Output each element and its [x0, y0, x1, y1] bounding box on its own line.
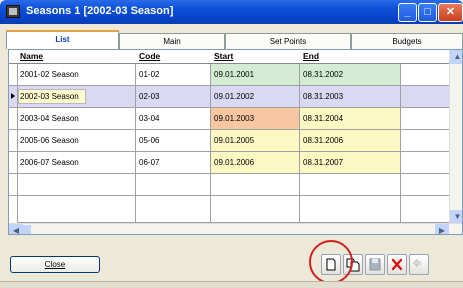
scroll-down-icon[interactable]: ▼	[450, 210, 462, 224]
scroll-right-icon[interactable]: ▶	[435, 224, 449, 234]
delete-x-icon	[391, 258, 403, 271]
tab-main[interactable]: Main	[119, 33, 225, 49]
current-row-arrow-icon	[11, 93, 15, 99]
cell-start[interactable]: 09.01.2005	[211, 130, 300, 151]
maximize-button[interactable]: □	[418, 3, 437, 22]
empty-row	[9, 174, 462, 196]
scroll-up-icon[interactable]: ▲	[450, 50, 462, 64]
undo-button[interactable]	[409, 254, 429, 275]
empty-cell	[136, 174, 211, 195]
cell-code[interactable]: 02-03	[136, 86, 211, 107]
column-header-name[interactable]: Name	[17, 50, 136, 63]
empty-cell	[300, 174, 401, 195]
cell-end[interactable]: 08.31.2002	[300, 64, 401, 85]
cell-start[interactable]: 09.01.2003	[211, 108, 300, 129]
grid-header: Name Code Start End	[9, 50, 462, 64]
cell-name-editor[interactable]: 2002-03 Season	[18, 89, 86, 104]
seasons-grid[interactable]: Name Code Start End 2001-02 Season 01-02…	[8, 49, 463, 235]
table-row[interactable]: 2006-07 Season 06-07 09.01.2006 08.31.20…	[9, 152, 462, 174]
close-button-label: Close	[44, 260, 66, 269]
cell-name[interactable]: 2003-04 Season	[17, 108, 136, 129]
cell-start[interactable]: 09.01.2002	[211, 86, 300, 107]
tab-strip: List Main Set Points Budgets	[6, 30, 463, 49]
empty-cell	[211, 174, 300, 195]
table-row[interactable]: 2001-02 Season 01-02 09.01.2001 08.31.20…	[9, 64, 462, 86]
empty-cell	[17, 174, 136, 195]
table-row[interactable]: 2005-06 Season 05-06 09.01.2005 08.31.20…	[9, 130, 462, 152]
empty-cell	[136, 196, 211, 223]
table-row[interactable]: 2003-04 Season 03-04 09.01.2003 08.31.20…	[9, 108, 462, 130]
tab-budgets[interactable]: Budgets	[351, 33, 463, 49]
empty-cell	[300, 196, 401, 223]
minimize-button[interactable]: _	[398, 3, 417, 22]
cell-end[interactable]: 08.31.2007	[300, 152, 401, 173]
window-title: Seasons 1 [2002-03 Season]	[26, 5, 174, 17]
horizontal-scrollbar[interactable]: ◀ ▶	[9, 223, 462, 234]
app-icon	[6, 5, 20, 18]
cell-name[interactable]: 2002-03 Season	[17, 86, 136, 107]
empty-row	[9, 196, 462, 223]
vertical-scrollbar[interactable]: ▲ ▼	[449, 50, 462, 224]
save-button[interactable]	[365, 254, 385, 275]
cell-end[interactable]: 08.31.2003	[300, 86, 401, 107]
cell-code[interactable]: 03-04	[136, 108, 211, 129]
column-header-code[interactable]: Code	[136, 50, 211, 63]
tab-set-points[interactable]: Set Points	[225, 33, 351, 49]
column-header-end[interactable]: End	[300, 50, 401, 63]
save-disk-icon	[369, 258, 381, 271]
cell-start[interactable]: 09.01.2006	[211, 152, 300, 173]
close-button[interactable]: Close	[10, 256, 100, 273]
close-window-button[interactable]: ✕	[438, 3, 463, 22]
scroll-thumb[interactable]	[23, 225, 31, 234]
cell-code[interactable]: 01-02	[136, 64, 211, 85]
cell-end[interactable]: 08.31.2004	[300, 108, 401, 129]
cell-name[interactable]: 2005-06 Season	[17, 130, 136, 151]
cell-code[interactable]: 06-07	[136, 152, 211, 173]
tab-list[interactable]: List	[6, 30, 119, 49]
empty-cell	[17, 196, 136, 223]
cell-code[interactable]: 05-06	[136, 130, 211, 151]
cell-name[interactable]: 2001-02 Season	[17, 64, 136, 85]
cell-end[interactable]: 08.31.2006	[300, 130, 401, 151]
delete-button[interactable]	[387, 254, 407, 275]
column-header-start[interactable]: Start	[211, 50, 300, 63]
scroll-left-icon[interactable]: ◀	[9, 224, 23, 234]
cell-start[interactable]: 09.01.2001	[211, 64, 300, 85]
annotation-circle	[309, 240, 353, 284]
cell-name[interactable]: 2006-07 Season	[17, 152, 136, 173]
title-bar: Seasons 1 [2002-03 Season] _ □ ✕	[0, 0, 463, 24]
empty-cell	[211, 196, 300, 223]
table-row-selected[interactable]: 2002-03 Season 02-03 09.01.2002 08.31.20…	[9, 86, 462, 108]
undo-icon	[413, 258, 421, 268]
